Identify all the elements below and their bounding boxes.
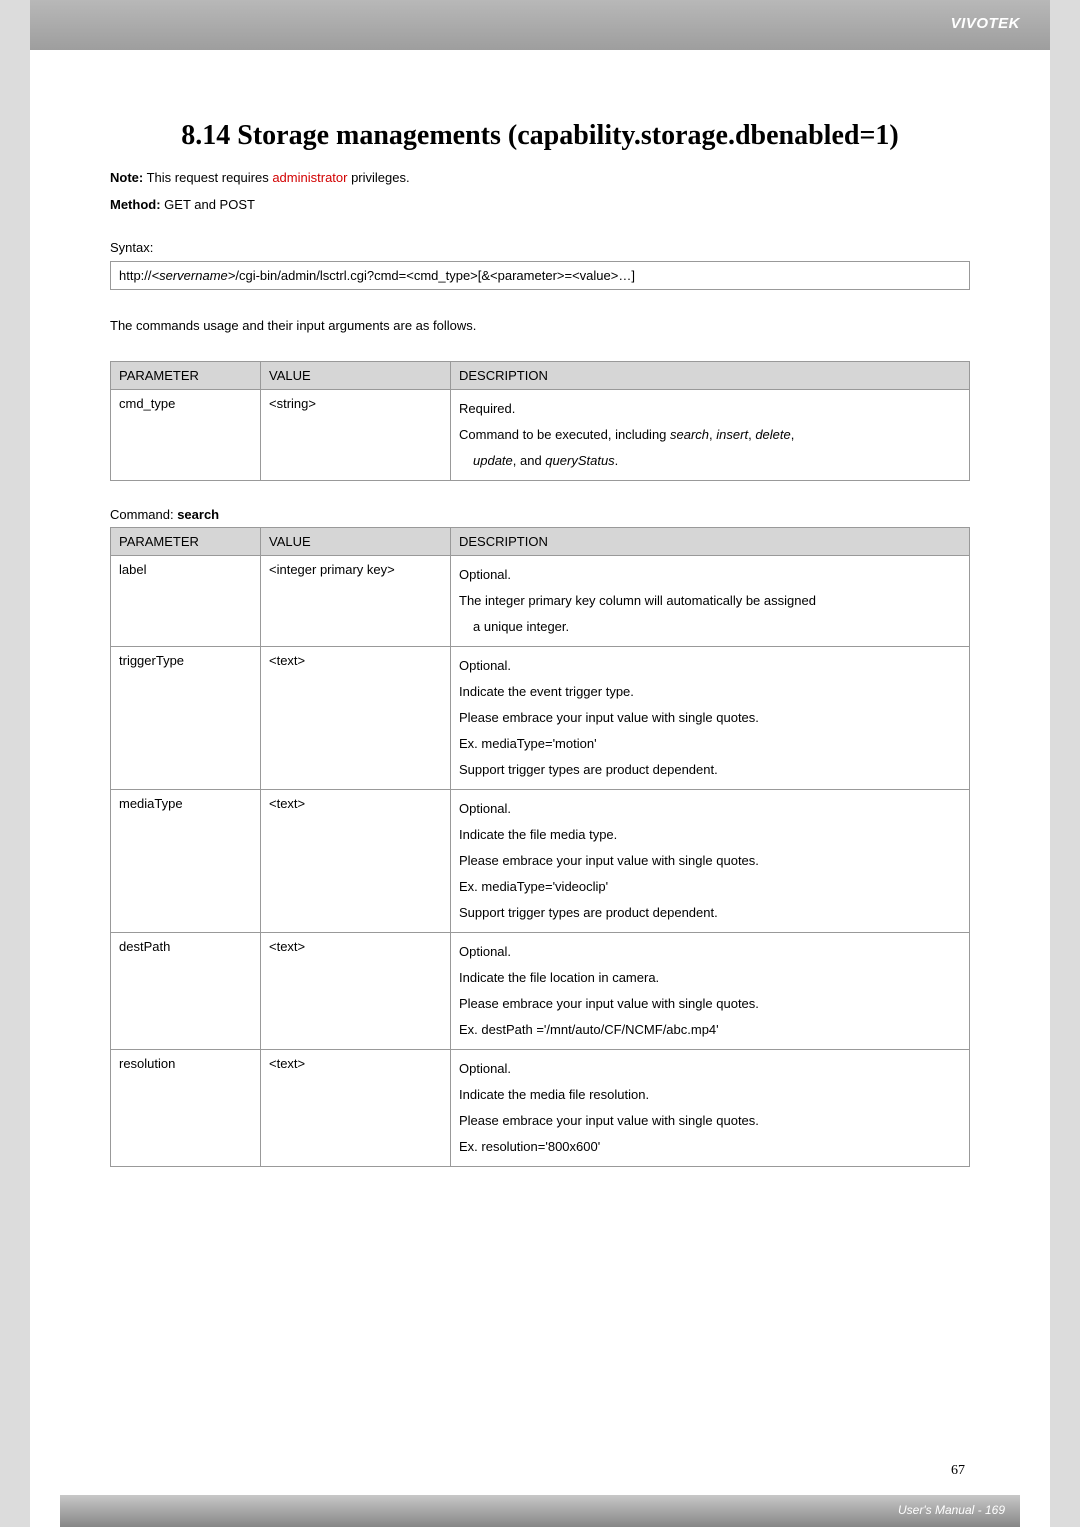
desc-line: a unique integer. <box>459 614 961 640</box>
page-number: 67 <box>951 1463 965 1479</box>
desc-line: Ex. mediaType='videoclip' <box>459 874 961 900</box>
desc-line: Required. <box>459 396 961 422</box>
note-before: This request requires <box>143 170 272 185</box>
cell-param: resolution <box>111 1050 261 1167</box>
table-header-row: PARAMETER VALUE DESCRIPTION <box>111 528 970 556</box>
note-line: Note: This request requires administrato… <box>110 170 970 185</box>
cell-param: mediaType <box>111 790 261 933</box>
cell-description: Optional.Indicate the file location in c… <box>451 933 970 1050</box>
command-prefix: Command: <box>110 507 177 522</box>
footer-bar: User's Manual - 169 <box>60 1495 1020 1527</box>
section-title: 8.14 Storage managements (capability.sto… <box>110 120 970 152</box>
desc-line: Optional. <box>459 562 961 588</box>
cell-description: Optional.Indicate the file media type.Pl… <box>451 790 970 933</box>
desc-line: Please embrace your input value with sin… <box>459 1108 961 1134</box>
header-value: VALUE <box>261 362 451 390</box>
syntax-box: http://<servername>/cgi-bin/admin/lsctrl… <box>110 261 970 290</box>
usage-line: The commands usage and their input argum… <box>110 318 970 333</box>
cell-param: triggerType <box>111 647 261 790</box>
note-label: Note: <box>110 170 143 185</box>
header-bar: VIVOTEK <box>30 0 1050 50</box>
cell-value: <text> <box>261 933 451 1050</box>
desc-line: Command to be executed, including search… <box>459 422 961 448</box>
desc-line: Please embrace your input value with sin… <box>459 991 961 1017</box>
footer-text: User's Manual - 169 <box>898 1503 1005 1517</box>
page: VIVOTEK 8.14 Storage managements (capabi… <box>30 0 1050 1527</box>
desc-line: The integer primary key column will auto… <box>459 588 961 614</box>
desc-line: Support trigger types are product depend… <box>459 900 961 926</box>
cell-param: label <box>111 556 261 647</box>
cell-param: destPath <box>111 933 261 1050</box>
header-description: DESCRIPTION <box>451 528 970 556</box>
desc-line: Optional. <box>459 1056 961 1082</box>
note-after: privileges. <box>347 170 409 185</box>
cell-value: <text> <box>261 1050 451 1167</box>
brand-logo: VIVOTEK <box>951 15 1020 32</box>
method-line: Method: GET and POST <box>110 197 970 212</box>
desc-line: Indicate the file location in camera. <box>459 965 961 991</box>
syntax-prefix: http:// <box>119 268 152 283</box>
desc-line: Ex. resolution='800x600' <box>459 1134 961 1160</box>
desc-line: Optional. <box>459 796 961 822</box>
command-label: Command: search <box>110 507 970 522</box>
note-admin: administrator <box>272 170 347 185</box>
cell-value: <text> <box>261 647 451 790</box>
desc-line: Ex. mediaType='motion' <box>459 731 961 757</box>
desc-line: Indicate the file media type. <box>459 822 961 848</box>
method-text: GET and POST <box>161 197 255 212</box>
header-description: DESCRIPTION <box>451 362 970 390</box>
desc-line: update, and queryStatus. <box>459 448 961 474</box>
table-header-row: PARAMETER VALUE DESCRIPTION <box>111 362 970 390</box>
cell-description: Optional.Indicate the event trigger type… <box>451 647 970 790</box>
desc-line: Indicate the media file resolution. <box>459 1082 961 1108</box>
table-row: destPath<text>Optional.Indicate the file… <box>111 933 970 1050</box>
syntax-rest: /cgi-bin/admin/lsctrl.cgi?cmd=<cmd_type>… <box>235 268 635 283</box>
syntax-label: Syntax: <box>110 240 970 255</box>
cell-description: Optional.The integer primary key column … <box>451 556 970 647</box>
command-name: search <box>177 507 219 522</box>
desc-line: Optional. <box>459 939 961 965</box>
cmd-type-table: PARAMETER VALUE DESCRIPTION cmd_type <st… <box>110 361 970 481</box>
content-area: 8.14 Storage managements (capability.sto… <box>30 50 1050 1167</box>
desc-line: Support trigger types are product depend… <box>459 757 961 783</box>
cell-param: cmd_type <box>111 390 261 481</box>
desc-line: Ex. destPath ='/mnt/auto/CF/NCMF/abc.mp4… <box>459 1017 961 1043</box>
table-row: cmd_type <string> Required. Command to b… <box>111 390 970 481</box>
table-row: mediaType<text>Optional.Indicate the fil… <box>111 790 970 933</box>
desc-line: Indicate the event trigger type. <box>459 679 961 705</box>
cell-value: <text> <box>261 790 451 933</box>
cell-value: <integer primary key> <box>261 556 451 647</box>
cell-description: Required. Command to be executed, includ… <box>451 390 970 481</box>
header-parameter: PARAMETER <box>111 528 261 556</box>
cell-description: Optional.Indicate the media file resolut… <box>451 1050 970 1167</box>
desc-line: Please embrace your input value with sin… <box>459 705 961 731</box>
table-row: resolution<text>Optional.Indicate the me… <box>111 1050 970 1167</box>
cell-value: <string> <box>261 390 451 481</box>
table-row: triggerType<text>Optional.Indicate the e… <box>111 647 970 790</box>
desc-line: Optional. <box>459 653 961 679</box>
desc-line: Please embrace your input value with sin… <box>459 848 961 874</box>
header-value: VALUE <box>261 528 451 556</box>
syntax-servername: <servername> <box>152 268 236 283</box>
search-params-table: PARAMETER VALUE DESCRIPTION label<intege… <box>110 527 970 1167</box>
header-parameter: PARAMETER <box>111 362 261 390</box>
method-label: Method: <box>110 197 161 212</box>
table-row: label<integer primary key>Optional.The i… <box>111 556 970 647</box>
